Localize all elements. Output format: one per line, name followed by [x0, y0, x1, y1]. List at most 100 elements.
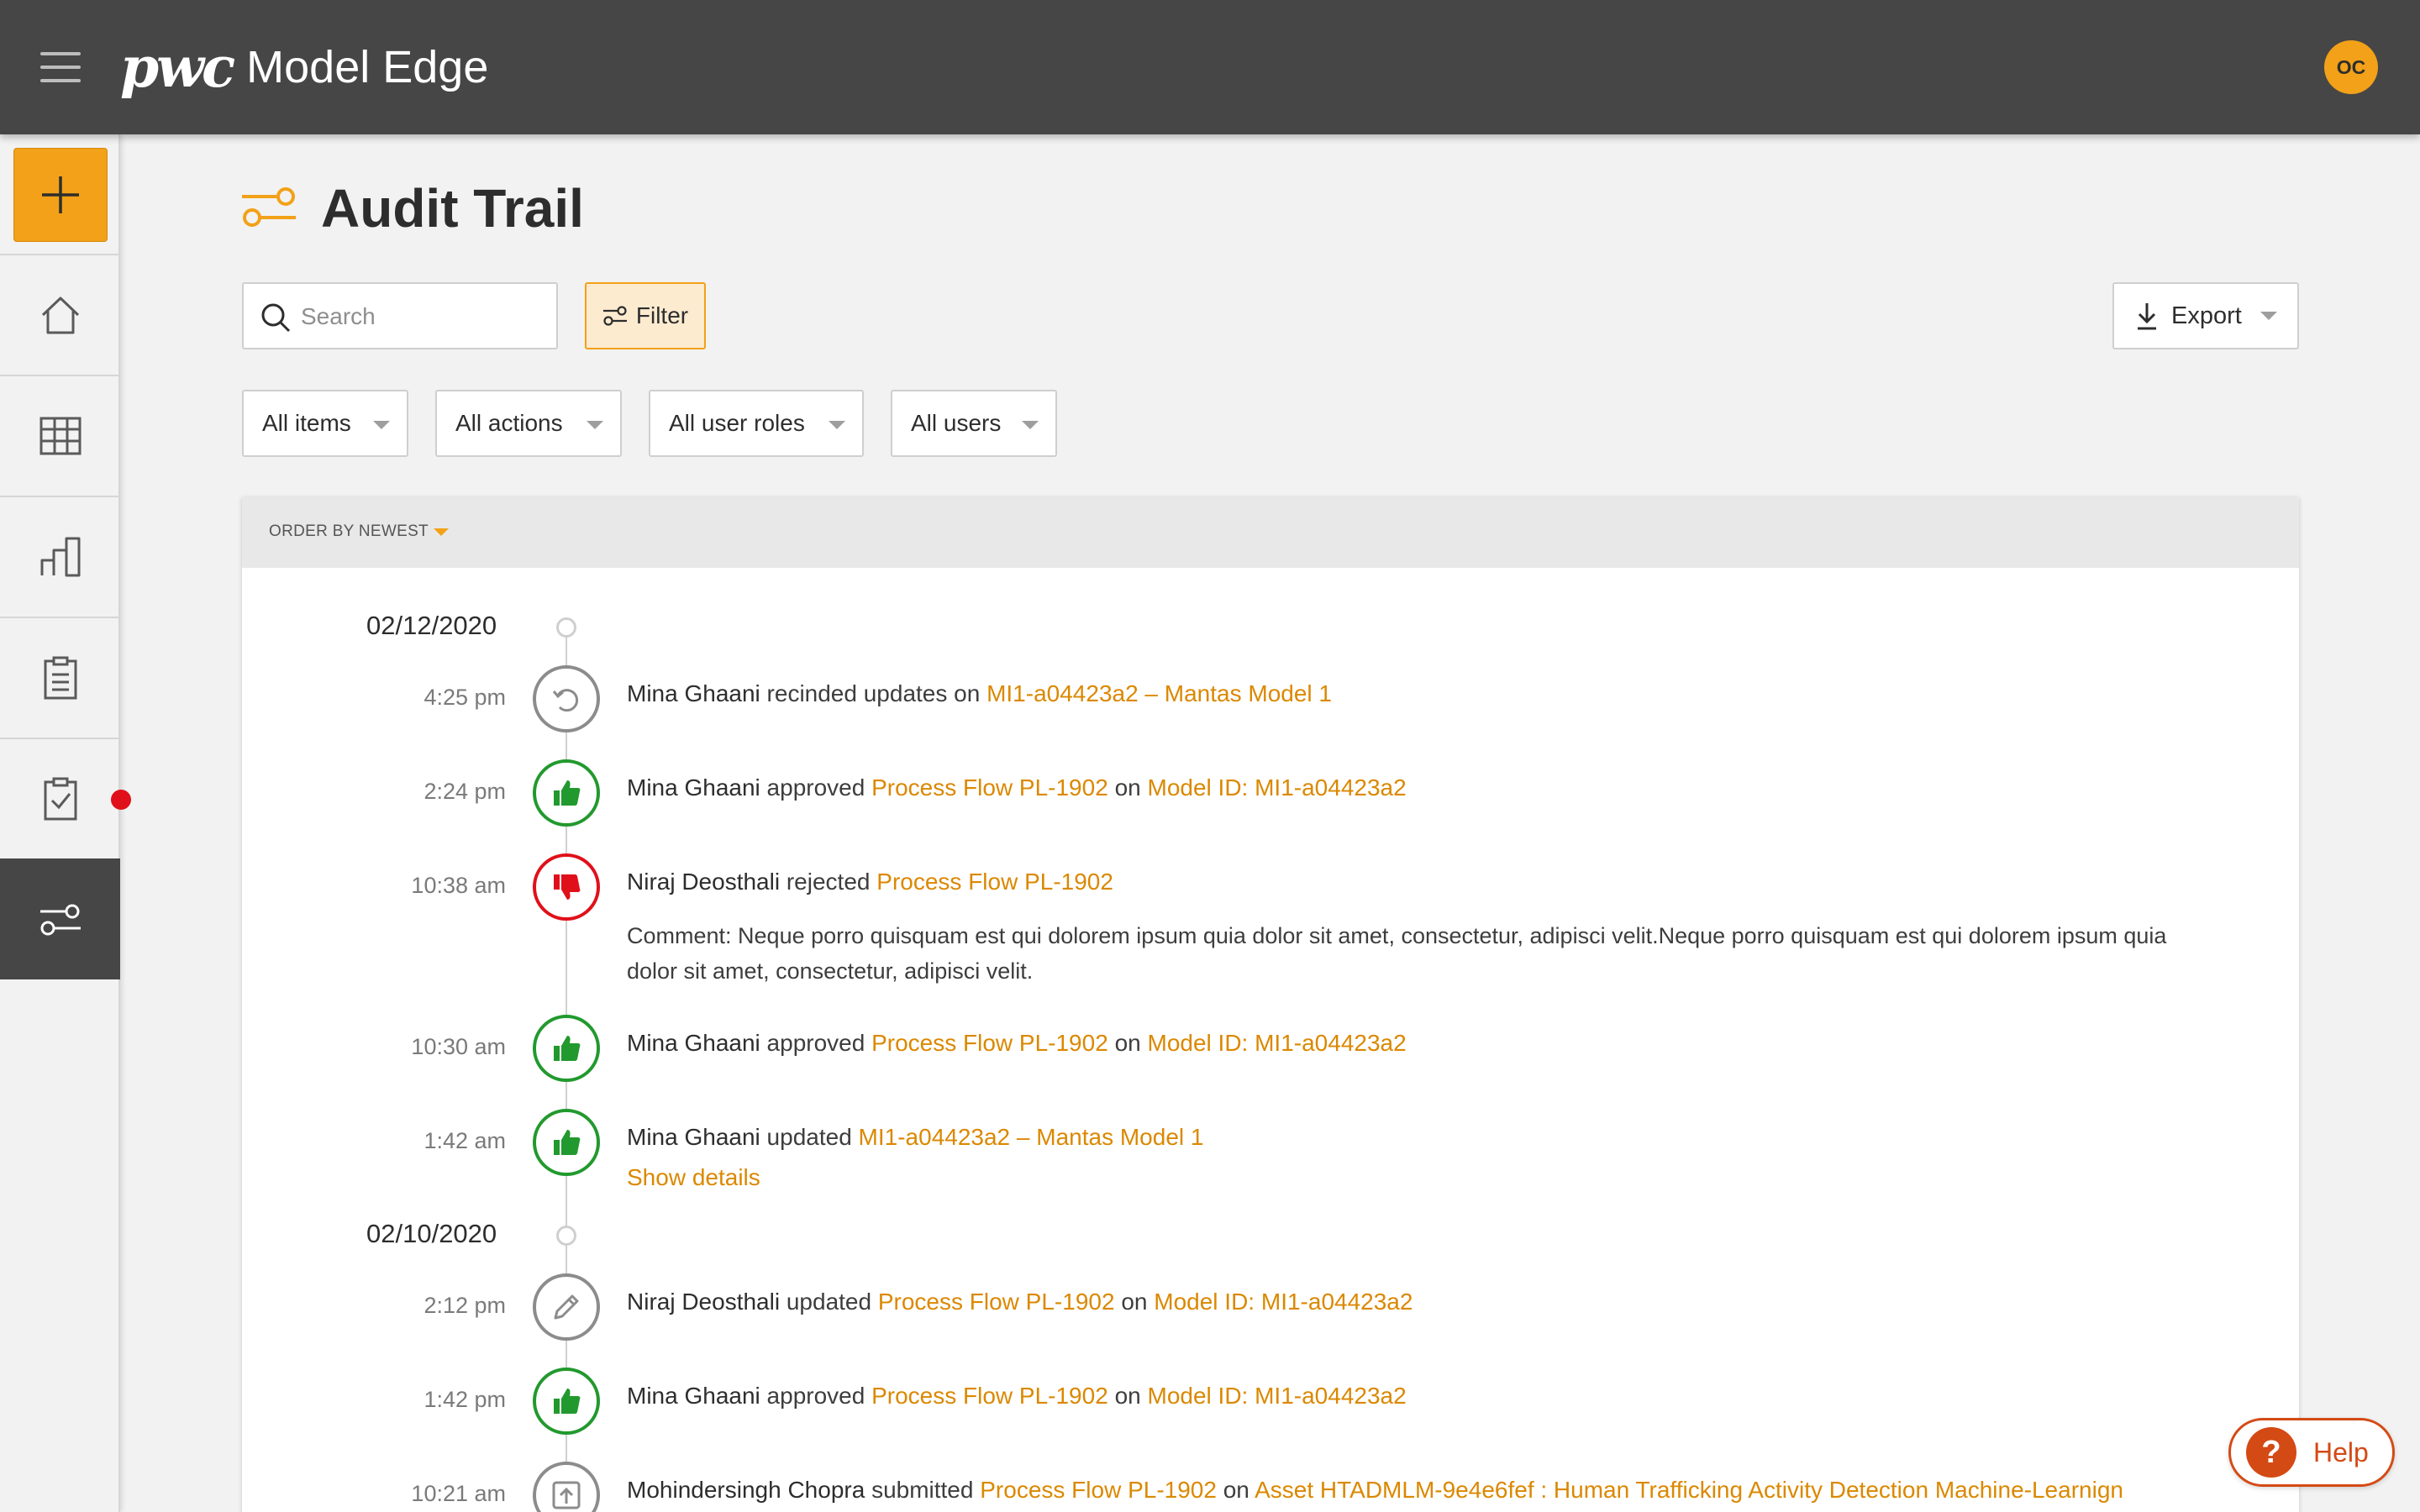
event-user: Mina Ghaani: [627, 774, 760, 801]
filter-button[interactable]: Filter: [585, 282, 706, 349]
event-description: Mina Ghaani approved Process Flow PL-190…: [627, 1028, 1407, 1058]
sidebar-item-tasks[interactable]: [0, 738, 120, 858]
date-dot: [556, 1226, 576, 1246]
event-item-link[interactable]: Process Flow PL-1902: [980, 1477, 1217, 1503]
event-action: submitted: [871, 1477, 974, 1503]
brand-name: Model Edge: [246, 42, 489, 92]
show-details-link[interactable]: Show details: [627, 1163, 760, 1193]
thumbs-up-icon: [554, 1389, 581, 1414]
event-action: recinded updates on: [766, 680, 981, 706]
chevron-down-icon: [829, 421, 845, 429]
event-description: Mina Ghaani recinded updates on MI1-a044…: [627, 679, 1332, 709]
thumbs-up-icon: [554, 1130, 581, 1155]
sidebar: [0, 134, 120, 1512]
chevron-down-icon: [2260, 312, 2277, 320]
audit-trail-icon: [39, 904, 81, 936]
date-dot: [556, 617, 576, 638]
add-button[interactable]: [13, 148, 108, 242]
event-description: Mina Ghaani approved Process Flow PL-190…: [627, 1381, 1407, 1411]
items-filter-dropdown[interactable]: All items: [242, 390, 408, 457]
event-status-badge: [533, 853, 600, 921]
event-user: Niraj Deosthali: [627, 1289, 781, 1315]
event-user: Mina Ghaani: [627, 680, 760, 706]
event-target-link[interactable]: Asset HTADMLM-9e4e6fef : Human Trafficki…: [1255, 1477, 2123, 1503]
user-roles-filter-dropdown[interactable]: All user roles: [649, 390, 864, 457]
event-item-link[interactable]: MI1-a04423a2 – Mantas Model 1: [986, 680, 1332, 706]
user-roles-filter-value: All user roles: [669, 410, 805, 436]
event-item-link[interactable]: Process Flow PL-1902: [871, 774, 1108, 801]
date-heading: 02/12/2020: [366, 611, 497, 640]
sidebar-item-documents[interactable]: [0, 617, 120, 738]
clipboard-icon: [44, 656, 76, 700]
event-item-link[interactable]: Process Flow PL-1902: [878, 1289, 1115, 1315]
search-icon: [261, 303, 291, 333]
event-status-badge: [533, 1368, 600, 1435]
help-button[interactable]: ? Help: [2228, 1418, 2395, 1487]
filter-label: Filter: [635, 302, 689, 328]
audit-list-panel: ORDER BY NEWEST: [242, 497, 2299, 1512]
event-user: Mina Ghaani: [627, 1124, 760, 1150]
chevron-down-icon: [1022, 421, 1039, 429]
event-time: 1:42 am: [424, 1128, 506, 1153]
event-item-link[interactable]: Process Flow PL-1902: [871, 1383, 1108, 1409]
chevron-down-icon: [587, 421, 603, 429]
event-conjunction: on: [1121, 1289, 1148, 1315]
event-status-badge: [533, 1109, 600, 1176]
user-avatar[interactable]: OC: [2324, 40, 2378, 94]
event-target-link[interactable]: Model ID: MI1-a04423a2: [1148, 1383, 1407, 1409]
event-action: approved: [766, 1383, 865, 1409]
sidebar-item-inventory[interactable]: [0, 375, 120, 496]
event-user: Mina Ghaani: [627, 1030, 760, 1056]
thumbs-down-icon: [554, 874, 581, 900]
event-target-link[interactable]: Model ID: MI1-a04423a2: [1148, 1030, 1407, 1056]
search-box[interactable]: [242, 282, 558, 349]
event-status-badge: [533, 1273, 600, 1341]
sidebar-item-home[interactable]: [0, 254, 120, 375]
thumbs-up-icon: [554, 780, 581, 806]
event-user: Mina Ghaani: [627, 1383, 760, 1409]
event-item-link[interactable]: MI1-a04423a2 – Mantas Model 1: [859, 1124, 1204, 1150]
app-logo[interactable]: pwc Model Edge: [120, 34, 488, 101]
event-item-link[interactable]: Process Flow PL-1902: [871, 1030, 1108, 1056]
export-button[interactable]: Export: [2112, 282, 2299, 349]
chevron-down-icon: [433, 528, 449, 536]
event-action: approved: [766, 774, 865, 801]
list-header: ORDER BY NEWEST: [242, 497, 2299, 568]
event-action: updated: [766, 1124, 852, 1150]
event-target-link[interactable]: Model ID: MI1-a04423a2: [1154, 1289, 1413, 1315]
event-description: Mina Ghaani approved Process Flow PL-190…: [627, 773, 1407, 803]
event-time: 2:12 pm: [424, 1293, 506, 1318]
event-status-badge: [533, 759, 600, 827]
question-icon: ?: [2246, 1427, 2296, 1478]
undo-icon: [552, 689, 579, 712]
event-item-link[interactable]: Process Flow PL-1902: [876, 869, 1113, 895]
order-by-sort[interactable]: ORDER BY NEWEST: [269, 522, 449, 541]
event-time: 10:21 am: [411, 1481, 506, 1506]
event-action: rejected: [786, 869, 871, 895]
pencil-icon: [554, 1294, 579, 1320]
event-conjunction: on: [1114, 774, 1141, 801]
bar-chart-icon: [40, 537, 80, 577]
search-input[interactable]: [301, 299, 544, 334]
page-title: Audit Trail: [321, 178, 584, 239]
actions-filter-dropdown[interactable]: All actions: [435, 390, 622, 457]
chevron-down-icon: [373, 421, 390, 429]
event-status-badge: [533, 665, 600, 732]
event-description: Mohindersingh Chopra submitted Process F…: [627, 1475, 2123, 1505]
event-time: 4:25 pm: [424, 685, 506, 710]
sidebar-item-audit-trail[interactable]: [0, 858, 120, 979]
date-heading: 02/10/2020: [366, 1219, 497, 1248]
event-time: 2:24 pm: [424, 779, 506, 804]
event-conjunction: on: [1114, 1030, 1141, 1056]
export-label: Export: [2171, 302, 2242, 329]
thumbs-up-icon: [554, 1036, 581, 1061]
event-action: updated: [786, 1289, 872, 1315]
clipboard-check-icon: [44, 777, 76, 821]
hamburger-icon[interactable]: [40, 52, 81, 82]
users-filter-dropdown[interactable]: All users: [891, 390, 1057, 457]
plus-icon: [42, 176, 79, 213]
event-target-link[interactable]: Model ID: MI1-a04423a2: [1148, 774, 1407, 801]
users-filter-value: All users: [911, 410, 1002, 436]
event-time: 10:38 am: [411, 873, 506, 898]
sidebar-item-reports[interactable]: [0, 496, 120, 617]
